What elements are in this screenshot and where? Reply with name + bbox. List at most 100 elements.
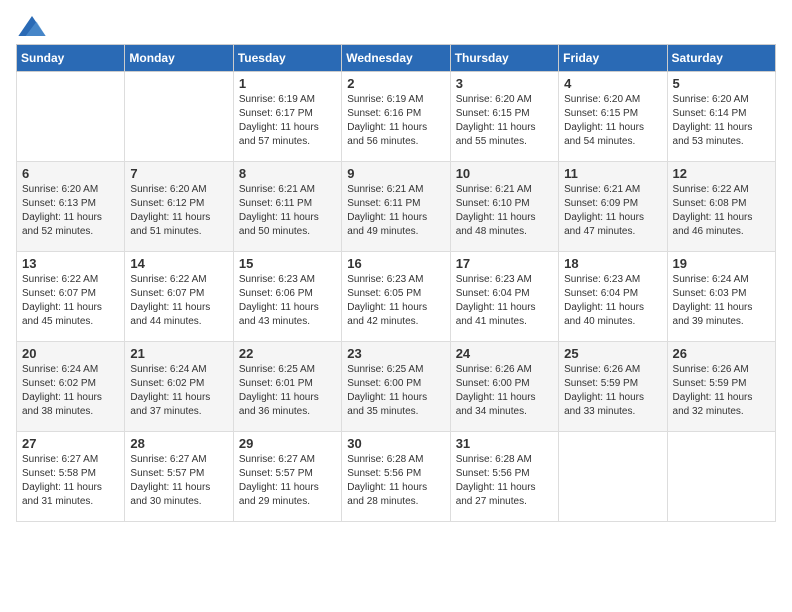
- calendar-cell: 21Sunrise: 6:24 AM Sunset: 6:02 PM Dayli…: [125, 342, 233, 432]
- cell-content: Sunrise: 6:27 AM Sunset: 5:57 PM Dayligh…: [130, 453, 227, 509]
- cell-content: Sunrise: 6:20 AM Sunset: 6:15 PM Dayligh…: [456, 93, 553, 149]
- header: [16, 16, 776, 32]
- day-number: 26: [673, 346, 770, 361]
- day-header-saturday: Saturday: [667, 45, 775, 72]
- calendar-cell: 25 Sunrise: 6:26 AM Sunset: 5:59 PM Dayli…: [559, 342, 667, 432]
- cell-content: Sunrise: 6:22 AM Sunset: 6:08 PM Dayligh…: [673, 183, 770, 239]
- cell-content: Sunrise: 6:21 AM Sunset: 6:11 PM Dayligh…: [239, 183, 336, 239]
- day-number: 29: [239, 436, 336, 451]
- day-number: 24: [456, 346, 553, 361]
- calendar-cell: 26Sunrise: 6:26 AM Sunset: 5:59 PM Dayli…: [667, 342, 775, 432]
- day-number: 13: [22, 256, 119, 271]
- calendar-cell: 31Sunrise: 6:28 AM Sunset: 5:56 PM Dayli…: [450, 432, 558, 522]
- calendar-cell: [17, 72, 125, 162]
- cell-content: Sunrise: 6:19 AM Sunset: 6:16 PM Dayligh…: [347, 93, 444, 149]
- calendar-cell: [125, 72, 233, 162]
- cell-content: Sunrise: 6:21 AM Sunset: 6:10 PM Dayligh…: [456, 183, 553, 239]
- cell-content: Sunrise: 6:20 AM Sunset: 6:13 PM Dayligh…: [22, 183, 119, 239]
- calendar-week-4: 20 Sunrise: 6:24 AM Sunset: 6:02 PM Dayli…: [17, 342, 776, 432]
- cell-content: Sunrise: 6:21 AM Sunset: 6:11 PM Dayligh…: [347, 183, 444, 239]
- calendar-cell: 8 Sunrise: 6:21 AM Sunset: 6:11 PM Daylig…: [233, 162, 341, 252]
- day-header-monday: Monday: [125, 45, 233, 72]
- calendar-cell: 18 Sunrise: 6:23 AM Sunset: 6:04 PM Dayli…: [559, 252, 667, 342]
- day-number: 7: [130, 166, 227, 181]
- day-number: 14: [130, 256, 227, 271]
- cell-content: Sunrise: 6:25 AM Sunset: 6:01 PM Dayligh…: [239, 363, 336, 419]
- header-row: SundayMondayTuesdayWednesdayThursdayFrid…: [17, 45, 776, 72]
- day-number: 6: [22, 166, 119, 181]
- day-number: 31: [456, 436, 553, 451]
- calendar-cell: 3Sunrise: 6:20 AM Sunset: 6:15 PM Daylig…: [450, 72, 558, 162]
- calendar-cell: 12 Sunrise: 6:22 AM Sunset: 6:08 PM Dayli…: [667, 162, 775, 252]
- calendar-cell: 27 Sunrise: 6:27 AM Sunset: 5:58 PM Dayli…: [17, 432, 125, 522]
- cell-content: Sunrise: 6:19 AM Sunset: 6:17 PM Dayligh…: [239, 93, 336, 149]
- day-number: 4: [564, 76, 661, 91]
- day-number: 2: [347, 76, 444, 91]
- calendar-cell: 24 Sunrise: 6:26 AM Sunset: 6:00 PM Dayli…: [450, 342, 558, 432]
- day-number: 23: [347, 346, 444, 361]
- cell-content: Sunrise: 6:23 AM Sunset: 6:04 PM Dayligh…: [456, 273, 553, 329]
- day-header-tuesday: Tuesday: [233, 45, 341, 72]
- day-number: 20: [22, 346, 119, 361]
- calendar-cell: 28 Sunrise: 6:27 AM Sunset: 5:57 PM Dayli…: [125, 432, 233, 522]
- cell-content: Sunrise: 6:20 AM Sunset: 6:12 PM Dayligh…: [130, 183, 227, 239]
- cell-content: Sunrise: 6:27 AM Sunset: 5:57 PM Dayligh…: [239, 453, 336, 509]
- logo-icon: [18, 16, 46, 36]
- cell-content: Sunrise: 6:24 AM Sunset: 6:02 PM Dayligh…: [22, 363, 119, 419]
- cell-content: Sunrise: 6:24 AM Sunset: 6:03 PM Dayligh…: [673, 273, 770, 329]
- day-number: 1: [239, 76, 336, 91]
- day-number: 19: [673, 256, 770, 271]
- cell-content: Sunrise: 6:21 AM Sunset: 6:09 PM Dayligh…: [564, 183, 661, 239]
- cell-content: Sunrise: 6:22 AM Sunset: 6:07 PM Dayligh…: [130, 273, 227, 329]
- calendar-cell: 29 Sunrise: 6:27 AM Sunset: 5:57 PM Dayli…: [233, 432, 341, 522]
- day-number: 8: [239, 166, 336, 181]
- cell-content: Sunrise: 6:23 AM Sunset: 6:04 PM Dayligh…: [564, 273, 661, 329]
- calendar-cell: 19 Sunrise: 6:24 AM Sunset: 6:03 PM Dayli…: [667, 252, 775, 342]
- cell-content: Sunrise: 6:27 AM Sunset: 5:58 PM Dayligh…: [22, 453, 119, 509]
- calendar-cell: 7 Sunrise: 6:20 AM Sunset: 6:12 PM Daylig…: [125, 162, 233, 252]
- logo: [16, 16, 46, 32]
- calendar-cell: 10 Sunrise: 6:21 AM Sunset: 6:10 PM Dayli…: [450, 162, 558, 252]
- calendar-week-1: 1 Sunrise: 6:19 AM Sunset: 6:17 PM Daylig…: [17, 72, 776, 162]
- calendar-cell: 23Sunrise: 6:25 AM Sunset: 6:00 PM Dayli…: [342, 342, 450, 432]
- calendar-cell: 17 Sunrise: 6:23 AM Sunset: 6:04 PM Dayli…: [450, 252, 558, 342]
- day-number: 21: [130, 346, 227, 361]
- day-number: 27: [22, 436, 119, 451]
- day-number: 30: [347, 436, 444, 451]
- calendar-cell: 14 Sunrise: 6:22 AM Sunset: 6:07 PM Dayli…: [125, 252, 233, 342]
- day-number: 9: [347, 166, 444, 181]
- calendar-cell: 5 Sunrise: 6:20 AM Sunset: 6:14 PM Daylig…: [667, 72, 775, 162]
- calendar-cell: 30Sunrise: 6:28 AM Sunset: 5:56 PM Dayli…: [342, 432, 450, 522]
- cell-content: Sunrise: 6:26 AM Sunset: 5:59 PM Dayligh…: [564, 363, 661, 419]
- cell-content: Sunrise: 6:22 AM Sunset: 6:07 PM Dayligh…: [22, 273, 119, 329]
- calendar-table: SundayMondayTuesdayWednesdayThursdayFrid…: [16, 44, 776, 522]
- calendar-week-3: 13 Sunrise: 6:22 AM Sunset: 6:07 PM Dayli…: [17, 252, 776, 342]
- cell-content: Sunrise: 6:26 AM Sunset: 6:00 PM Dayligh…: [456, 363, 553, 419]
- calendar-cell: 1 Sunrise: 6:19 AM Sunset: 6:17 PM Daylig…: [233, 72, 341, 162]
- calendar-cell: 16Sunrise: 6:23 AM Sunset: 6:05 PM Dayli…: [342, 252, 450, 342]
- day-number: 25: [564, 346, 661, 361]
- day-header-sunday: Sunday: [17, 45, 125, 72]
- calendar-cell: 11Sunrise: 6:21 AM Sunset: 6:09 PM Dayli…: [559, 162, 667, 252]
- day-header-friday: Friday: [559, 45, 667, 72]
- calendar-cell: 6 Sunrise: 6:20 AM Sunset: 6:13 PM Daylig…: [17, 162, 125, 252]
- day-number: 18: [564, 256, 661, 271]
- calendar-cell: 22Sunrise: 6:25 AM Sunset: 6:01 PM Dayli…: [233, 342, 341, 432]
- day-number: 5: [673, 76, 770, 91]
- cell-content: Sunrise: 6:20 AM Sunset: 6:14 PM Dayligh…: [673, 93, 770, 149]
- day-header-thursday: Thursday: [450, 45, 558, 72]
- day-number: 16: [347, 256, 444, 271]
- calendar-cell: 15 Sunrise: 6:23 AM Sunset: 6:06 PM Dayli…: [233, 252, 341, 342]
- calendar-cell: 13 Sunrise: 6:22 AM Sunset: 6:07 PM Dayli…: [17, 252, 125, 342]
- day-number: 12: [673, 166, 770, 181]
- day-number: 17: [456, 256, 553, 271]
- day-number: 15: [239, 256, 336, 271]
- cell-content: Sunrise: 6:23 AM Sunset: 6:06 PM Dayligh…: [239, 273, 336, 329]
- calendar-cell: 20 Sunrise: 6:24 AM Sunset: 6:02 PM Dayli…: [17, 342, 125, 432]
- calendar-week-5: 27 Sunrise: 6:27 AM Sunset: 5:58 PM Dayli…: [17, 432, 776, 522]
- calendar-week-2: 6 Sunrise: 6:20 AM Sunset: 6:13 PM Daylig…: [17, 162, 776, 252]
- day-header-wednesday: Wednesday: [342, 45, 450, 72]
- calendar-cell: 2 Sunrise: 6:19 AM Sunset: 6:16 PM Daylig…: [342, 72, 450, 162]
- day-number: 28: [130, 436, 227, 451]
- day-number: 10: [456, 166, 553, 181]
